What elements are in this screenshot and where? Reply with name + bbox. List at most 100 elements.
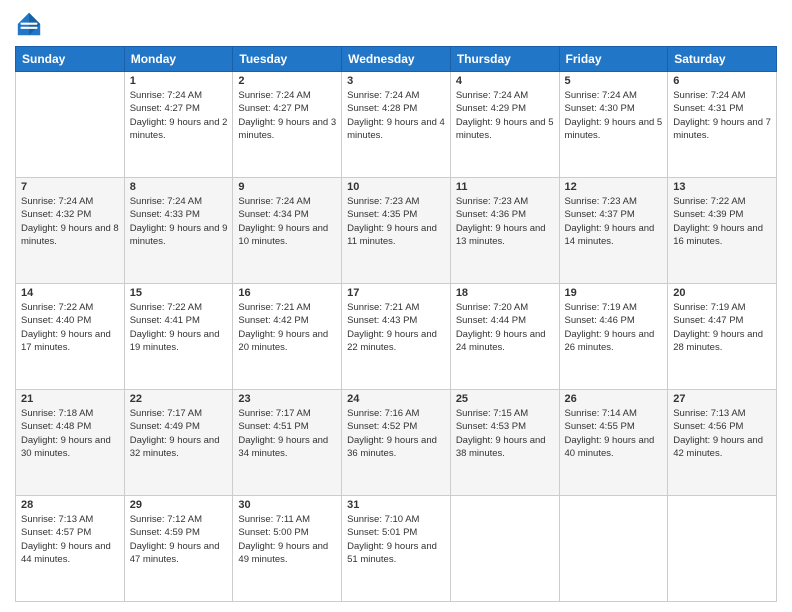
day-info: Sunrise: 7:20 AMSunset: 4:44 PMDaylight:… [456, 302, 546, 353]
day-info: Sunrise: 7:23 AMSunset: 4:37 PMDaylight:… [565, 196, 655, 247]
calendar-cell [668, 496, 777, 602]
day-number: 11 [456, 181, 554, 193]
calendar-cell: 8 Sunrise: 7:24 AMSunset: 4:33 PMDayligh… [124, 178, 233, 284]
day-info: Sunrise: 7:23 AMSunset: 4:36 PMDaylight:… [456, 196, 546, 247]
day-number: 28 [21, 499, 119, 511]
day-number: 9 [238, 181, 336, 193]
calendar-cell [450, 496, 559, 602]
day-info: Sunrise: 7:24 AMSunset: 4:31 PMDaylight:… [673, 90, 771, 141]
calendar-cell: 12 Sunrise: 7:23 AMSunset: 4:37 PMDaylig… [559, 178, 668, 284]
calendar-cell: 22 Sunrise: 7:17 AMSunset: 4:49 PMDaylig… [124, 390, 233, 496]
calendar-cell: 26 Sunrise: 7:14 AMSunset: 4:55 PMDaylig… [559, 390, 668, 496]
week-row-1: 7 Sunrise: 7:24 AMSunset: 4:32 PMDayligh… [16, 178, 777, 284]
day-number: 24 [347, 393, 445, 405]
day-info: Sunrise: 7:18 AMSunset: 4:48 PMDaylight:… [21, 408, 111, 459]
calendar-cell: 29 Sunrise: 7:12 AMSunset: 4:59 PMDaylig… [124, 496, 233, 602]
day-info: Sunrise: 7:24 AMSunset: 4:30 PMDaylight:… [565, 90, 663, 141]
day-info: Sunrise: 7:22 AMSunset: 4:41 PMDaylight:… [130, 302, 220, 353]
day-number: 4 [456, 75, 554, 87]
day-number: 13 [673, 181, 771, 193]
day-info: Sunrise: 7:15 AMSunset: 4:53 PMDaylight:… [456, 408, 546, 459]
weekday-header-row: SundayMondayTuesdayWednesdayThursdayFrid… [16, 47, 777, 72]
calendar-cell: 21 Sunrise: 7:18 AMSunset: 4:48 PMDaylig… [16, 390, 125, 496]
day-info: Sunrise: 7:24 AMSunset: 4:33 PMDaylight:… [130, 196, 228, 247]
day-info: Sunrise: 7:24 AMSunset: 4:29 PMDaylight:… [456, 90, 554, 141]
day-info: Sunrise: 7:13 AMSunset: 4:57 PMDaylight:… [21, 514, 111, 565]
day-number: 23 [238, 393, 336, 405]
day-number: 15 [130, 287, 228, 299]
week-row-2: 14 Sunrise: 7:22 AMSunset: 4:40 PMDaylig… [16, 284, 777, 390]
calendar-cell: 20 Sunrise: 7:19 AMSunset: 4:47 PMDaylig… [668, 284, 777, 390]
day-number: 2 [238, 75, 336, 87]
calendar-cell: 28 Sunrise: 7:13 AMSunset: 4:57 PMDaylig… [16, 496, 125, 602]
day-number: 8 [130, 181, 228, 193]
day-number: 19 [565, 287, 663, 299]
day-info: Sunrise: 7:10 AMSunset: 5:01 PMDaylight:… [347, 514, 437, 565]
weekday-thursday: Thursday [450, 47, 559, 72]
day-number: 12 [565, 181, 663, 193]
calendar-cell: 10 Sunrise: 7:23 AMSunset: 4:35 PMDaylig… [342, 178, 451, 284]
logo-icon [15, 10, 43, 38]
day-info: Sunrise: 7:21 AMSunset: 4:42 PMDaylight:… [238, 302, 328, 353]
calendar-cell: 23 Sunrise: 7:17 AMSunset: 4:51 PMDaylig… [233, 390, 342, 496]
calendar-page: SundayMondayTuesdayWednesdayThursdayFrid… [0, 0, 792, 612]
day-number: 21 [21, 393, 119, 405]
calendar-cell: 3 Sunrise: 7:24 AMSunset: 4:28 PMDayligh… [342, 72, 451, 178]
day-number: 29 [130, 499, 228, 511]
day-number: 3 [347, 75, 445, 87]
day-info: Sunrise: 7:24 AMSunset: 4:27 PMDaylight:… [238, 90, 336, 141]
day-number: 20 [673, 287, 771, 299]
day-info: Sunrise: 7:11 AMSunset: 5:00 PMDaylight:… [238, 514, 328, 565]
weekday-monday: Monday [124, 47, 233, 72]
day-info: Sunrise: 7:24 AMSunset: 4:27 PMDaylight:… [130, 90, 228, 141]
day-number: 1 [130, 75, 228, 87]
calendar-cell: 17 Sunrise: 7:21 AMSunset: 4:43 PMDaylig… [342, 284, 451, 390]
calendar-cell: 30 Sunrise: 7:11 AMSunset: 5:00 PMDaylig… [233, 496, 342, 602]
calendar-cell: 27 Sunrise: 7:13 AMSunset: 4:56 PMDaylig… [668, 390, 777, 496]
day-info: Sunrise: 7:17 AMSunset: 4:49 PMDaylight:… [130, 408, 220, 459]
calendar-cell: 25 Sunrise: 7:15 AMSunset: 4:53 PMDaylig… [450, 390, 559, 496]
calendar-cell: 14 Sunrise: 7:22 AMSunset: 4:40 PMDaylig… [16, 284, 125, 390]
weekday-wednesday: Wednesday [342, 47, 451, 72]
week-row-4: 28 Sunrise: 7:13 AMSunset: 4:57 PMDaylig… [16, 496, 777, 602]
day-number: 14 [21, 287, 119, 299]
header [15, 10, 777, 38]
day-info: Sunrise: 7:22 AMSunset: 4:39 PMDaylight:… [673, 196, 763, 247]
week-row-3: 21 Sunrise: 7:18 AMSunset: 4:48 PMDaylig… [16, 390, 777, 496]
calendar-table: SundayMondayTuesdayWednesdayThursdayFrid… [15, 46, 777, 602]
day-info: Sunrise: 7:24 AMSunset: 4:34 PMDaylight:… [238, 196, 328, 247]
calendar-cell: 4 Sunrise: 7:24 AMSunset: 4:29 PMDayligh… [450, 72, 559, 178]
day-number: 6 [673, 75, 771, 87]
day-number: 25 [456, 393, 554, 405]
day-info: Sunrise: 7:22 AMSunset: 4:40 PMDaylight:… [21, 302, 111, 353]
calendar-cell: 24 Sunrise: 7:16 AMSunset: 4:52 PMDaylig… [342, 390, 451, 496]
day-number: 31 [347, 499, 445, 511]
calendar-cell: 19 Sunrise: 7:19 AMSunset: 4:46 PMDaylig… [559, 284, 668, 390]
calendar-cell: 9 Sunrise: 7:24 AMSunset: 4:34 PMDayligh… [233, 178, 342, 284]
day-number: 26 [565, 393, 663, 405]
week-row-0: 1 Sunrise: 7:24 AMSunset: 4:27 PMDayligh… [16, 72, 777, 178]
weekday-saturday: Saturday [668, 47, 777, 72]
day-info: Sunrise: 7:23 AMSunset: 4:35 PMDaylight:… [347, 196, 437, 247]
day-info: Sunrise: 7:24 AMSunset: 4:28 PMDaylight:… [347, 90, 445, 141]
day-number: 5 [565, 75, 663, 87]
calendar-cell: 18 Sunrise: 7:20 AMSunset: 4:44 PMDaylig… [450, 284, 559, 390]
day-number: 17 [347, 287, 445, 299]
calendar-cell: 16 Sunrise: 7:21 AMSunset: 4:42 PMDaylig… [233, 284, 342, 390]
calendar-cell: 13 Sunrise: 7:22 AMSunset: 4:39 PMDaylig… [668, 178, 777, 284]
calendar-cell: 31 Sunrise: 7:10 AMSunset: 5:01 PMDaylig… [342, 496, 451, 602]
day-number: 22 [130, 393, 228, 405]
day-number: 27 [673, 393, 771, 405]
day-info: Sunrise: 7:17 AMSunset: 4:51 PMDaylight:… [238, 408, 328, 459]
day-number: 18 [456, 287, 554, 299]
day-info: Sunrise: 7:12 AMSunset: 4:59 PMDaylight:… [130, 514, 220, 565]
weekday-sunday: Sunday [16, 47, 125, 72]
weekday-friday: Friday [559, 47, 668, 72]
day-number: 7 [21, 181, 119, 193]
day-info: Sunrise: 7:19 AMSunset: 4:47 PMDaylight:… [673, 302, 763, 353]
calendar-cell: 11 Sunrise: 7:23 AMSunset: 4:36 PMDaylig… [450, 178, 559, 284]
day-info: Sunrise: 7:21 AMSunset: 4:43 PMDaylight:… [347, 302, 437, 353]
day-info: Sunrise: 7:14 AMSunset: 4:55 PMDaylight:… [565, 408, 655, 459]
day-number: 16 [238, 287, 336, 299]
day-number: 30 [238, 499, 336, 511]
